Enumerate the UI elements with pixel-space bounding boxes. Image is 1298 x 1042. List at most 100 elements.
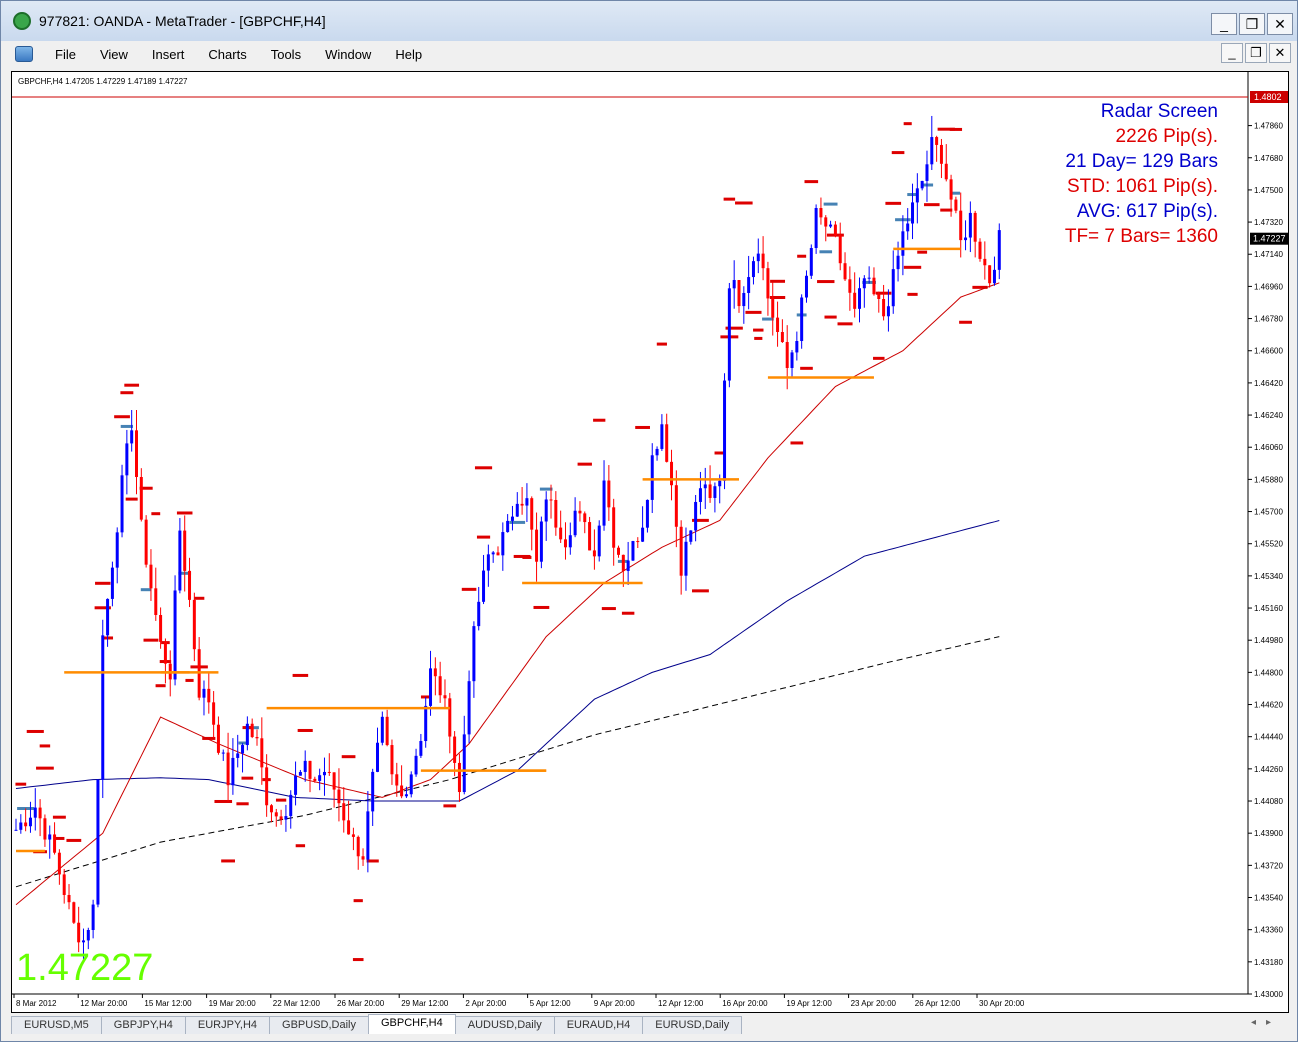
candle-body	[708, 484, 712, 498]
chart-window-controls: _ ❐ ✕	[1221, 43, 1291, 63]
tab-gbpchf-h4[interactable]: GBPCHF,H4	[367, 1014, 456, 1034]
menu-charts[interactable]: Charts	[196, 47, 258, 62]
y-tick-label: 1.44260	[1254, 765, 1283, 774]
candle-body	[28, 817, 32, 827]
candle-body	[443, 695, 447, 699]
menu-insert[interactable]: Insert	[140, 47, 197, 62]
candle-body	[482, 570, 486, 602]
candle-body	[872, 277, 876, 295]
candle-body	[183, 530, 187, 571]
tab-eurusd-m5[interactable]: EURUSD,M5	[11, 1016, 102, 1034]
red-marker	[125, 497, 138, 501]
x-tick-label: 19 Mar 20:00	[209, 999, 257, 1008]
tab-scroll-arrows[interactable]: ◂▸	[1251, 1017, 1281, 1028]
candle-body	[684, 541, 688, 576]
candle-body	[342, 803, 346, 821]
candle-body	[935, 137, 939, 145]
candle-body	[81, 940, 85, 943]
red-marker	[837, 322, 853, 326]
candle-body	[433, 668, 437, 677]
candle-body	[496, 552, 500, 556]
candle-body	[294, 775, 298, 795]
candle-body	[747, 277, 751, 293]
restore-button[interactable]: ❐	[1239, 13, 1265, 35]
candle-body	[462, 734, 466, 793]
red-marker	[959, 320, 972, 324]
red-marker	[692, 589, 709, 593]
red-marker	[754, 336, 763, 340]
metatrader-logo-icon	[13, 12, 31, 30]
candle-body	[766, 268, 770, 299]
tab-eurusd-daily[interactable]: EURUSD,Daily	[642, 1016, 743, 1034]
x-tick-label: 23 Apr 20:00	[851, 999, 897, 1008]
blue-marker	[509, 520, 526, 524]
y-tick-label: 1.47140	[1254, 250, 1283, 259]
red-marker	[185, 678, 194, 682]
red-marker	[36, 766, 54, 770]
red-marker	[366, 859, 379, 863]
candle-body	[877, 294, 881, 299]
tab-eurjpy-h4[interactable]: EURJPY,H4	[184, 1016, 271, 1034]
x-tick-label: 15 Mar 12:00	[144, 999, 192, 1008]
candle-body	[824, 217, 828, 227]
candle-body	[48, 834, 52, 840]
tab-audusd-daily[interactable]: AUDUSD,Daily	[454, 1016, 555, 1034]
candle-body	[135, 430, 138, 478]
y-tick-label: 1.45700	[1254, 508, 1283, 517]
chart-restore-button[interactable]: ❐	[1245, 43, 1267, 63]
candle-body	[226, 752, 230, 786]
radar-std: STD: 1061 Pip(s).	[1067, 176, 1218, 197]
menu-view[interactable]: View	[88, 47, 140, 62]
chart-window-icon[interactable]	[15, 46, 33, 62]
minimize-button[interactable]: _	[1211, 13, 1237, 35]
y-tick-label: 1.44080	[1254, 797, 1283, 806]
candle-body	[409, 774, 413, 795]
red-marker	[753, 328, 764, 332]
tab-gbpusd-daily[interactable]: GBPUSD,Daily	[269, 1016, 369, 1034]
candle-body	[833, 224, 837, 236]
chart-minimize-button[interactable]: _	[1221, 43, 1243, 63]
candle-body	[144, 519, 148, 565]
menu-file[interactable]: File	[43, 47, 88, 62]
candle-body	[356, 836, 360, 857]
candle-body	[96, 779, 100, 905]
red-marker	[924, 203, 940, 207]
red-marker	[621, 611, 635, 615]
candle-body	[771, 298, 775, 318]
menu-help[interactable]: Help	[383, 47, 434, 62]
radar-tf: TF= 7 Bars= 1360	[1065, 226, 1218, 247]
red-marker	[804, 180, 819, 184]
radar-avg: AVG: 617 Pip(s).	[1077, 201, 1218, 222]
price-chart[interactable]: GBPCHF,H4 1.47205 1.47229 1.47189 1.4722…	[12, 72, 1288, 1012]
candle-body	[414, 755, 418, 775]
y-tick-label: 1.45340	[1254, 572, 1283, 581]
candle-body	[506, 520, 510, 533]
menu-window[interactable]: Window	[313, 47, 383, 62]
red-marker	[353, 899, 363, 903]
candle-body	[650, 455, 654, 500]
candle-body	[997, 230, 1001, 270]
red-marker	[275, 798, 287, 802]
candle-body	[544, 499, 548, 522]
candle-body	[901, 231, 905, 256]
y-tick-label: 1.45160	[1254, 604, 1283, 613]
y-tick-label: 1.44980	[1254, 636, 1283, 645]
candle-body	[250, 723, 254, 738]
candle-body	[255, 737, 259, 739]
candle-body	[761, 253, 765, 269]
tab-gbpjpy-h4[interactable]: GBPJPY,H4	[100, 1016, 186, 1034]
candle-body	[173, 590, 177, 680]
y-tick-label: 1.47500	[1254, 186, 1283, 195]
candle-body	[660, 424, 664, 449]
candle-body	[896, 255, 900, 270]
close-button[interactable]: ✕	[1267, 13, 1293, 35]
tab-euraud-h4[interactable]: EURAUD,H4	[553, 1016, 644, 1034]
candle-body	[679, 526, 683, 576]
chart-close-button[interactable]: ✕	[1269, 43, 1291, 63]
candle-body	[106, 598, 110, 636]
candle-body	[120, 475, 124, 533]
y-tick-label: 1.44800	[1254, 668, 1283, 677]
menu-tools[interactable]: Tools	[259, 47, 313, 62]
chart-area[interactable]: GBPCHF,H4 1.47205 1.47229 1.47189 1.4722…	[11, 71, 1289, 1013]
candle-body	[110, 567, 114, 599]
